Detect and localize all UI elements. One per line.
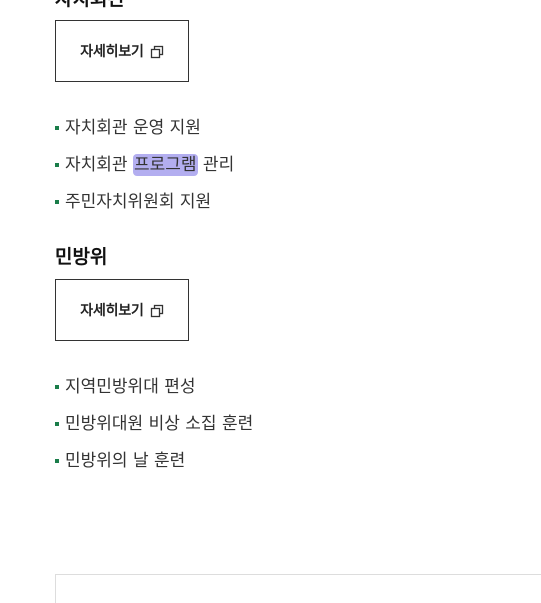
bullet-icon <box>55 459 59 463</box>
list-item: 민방위대원 비상 소집 훈련 <box>55 411 253 448</box>
view-details-button[interactable]: 자세히보기 <box>55 279 189 341</box>
view-details-label: 자세히보기 <box>80 303 144 319</box>
bullet-icon <box>55 200 59 204</box>
bullet-icon <box>55 163 59 167</box>
list-item: 주민자치위원회 지원 <box>55 189 234 226</box>
list-item: 자치회관 운영 지원 <box>55 115 234 152</box>
list-item: 자치회관 프로그램 관리 <box>55 152 234 189</box>
section-title-self-governance: 자치회관 <box>55 0 125 11</box>
page: 자치회관 자세히보기 자치회관 운영 지원 자치회관 프로그램 관리 주민자치위… <box>0 0 541 603</box>
list-item: 민방위의 날 훈련 <box>55 448 253 485</box>
self-governance-list: 자치회관 운영 지원 자치회관 프로그램 관리 주민자치위원회 지원 <box>55 115 234 226</box>
bullet-icon <box>55 126 59 130</box>
external-link-icon <box>150 304 164 318</box>
list-item: 지역민방위대 편성 <box>55 374 253 411</box>
bullet-icon <box>55 385 59 389</box>
view-details-label: 자세히보기 <box>80 44 144 60</box>
civil-defense-list: 지역민방위대 편성 민방위대원 비상 소집 훈련 민방위의 날 훈련 <box>55 374 253 485</box>
highlighted-text: 프로그램 <box>132 154 198 176</box>
external-link-icon <box>150 45 164 59</box>
bullet-icon <box>55 422 59 426</box>
view-details-button[interactable]: 자세히보기 <box>55 20 189 82</box>
next-content-box <box>55 574 541 603</box>
section-title-civil-defense: 민방위 <box>55 246 108 268</box>
